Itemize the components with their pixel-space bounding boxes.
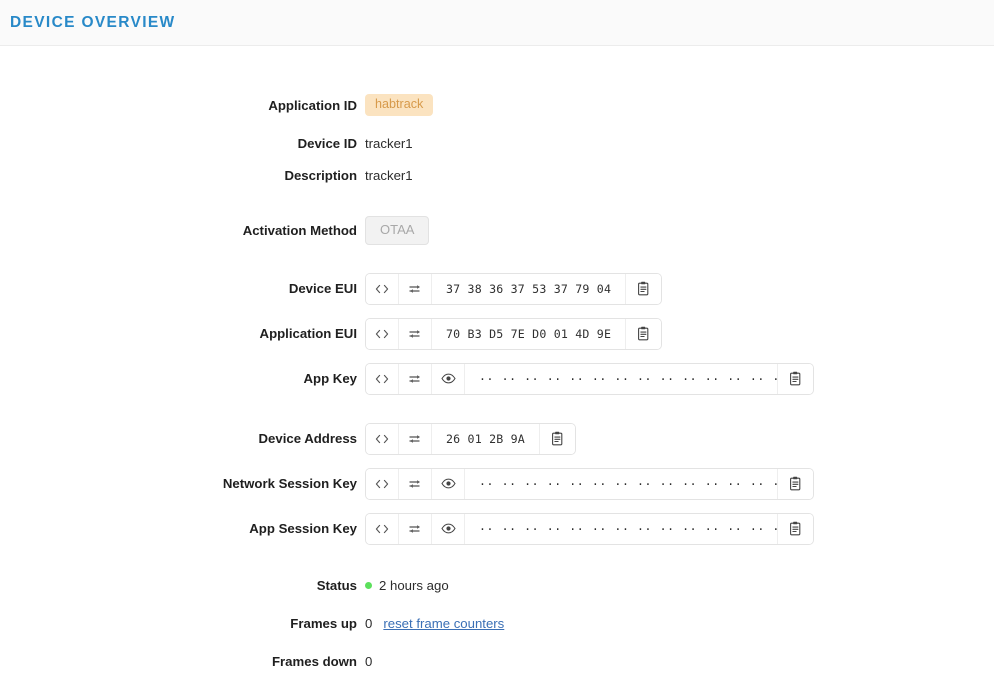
device-address-copy-button[interactable] (538, 423, 575, 454)
network-session-key-copy-button[interactable] (777, 468, 813, 499)
field-row-frames-down: Frames down 0 (0, 649, 994, 675)
app-session-key-copy-button[interactable] (777, 513, 813, 544)
app-key-masked-value: ·· ·· ·· ·· ·· ·· ·· ·· ·· ·· ·· ·· ·· ·… (479, 371, 814, 386)
code-brackets-icon (375, 328, 389, 340)
code-brackets-icon-button[interactable] (366, 423, 399, 454)
value-frames-up: 0 (365, 616, 373, 632)
application-id-badge[interactable]: habtrack (365, 94, 434, 116)
swap-format-icon (408, 283, 422, 295)
frames-up-group: 0 reset frame counters (365, 616, 504, 631)
app-session-key-masked-value: ·· ·· ·· ·· ·· ·· ·· ·· ·· ·· ·· ·· ·· ·… (479, 521, 814, 536)
clipboard-copy-icon (637, 326, 650, 341)
device-eui-copy-button[interactable] (625, 273, 662, 304)
field-row-app-key: App Key ·· ·· ·· ·· ·· ·· ·· ·· ·· ·· ··… (0, 362, 994, 395)
eye-reveal-icon (440, 478, 456, 489)
value-frames-down: 0 (365, 654, 373, 670)
application-eui-copy-button[interactable] (625, 318, 662, 349)
status-badge: 2 hours ago (365, 578, 449, 593)
field-row-application-eui: Application EUI 70 B3 D5 7E D0 01 4D 9E (0, 317, 994, 350)
label-description: Description (284, 167, 357, 183)
swap-format-icon (408, 433, 422, 445)
clipboard-copy-icon (637, 281, 650, 296)
app-key-copy-button[interactable] (777, 363, 813, 394)
swap-format-icon-button[interactable] (399, 513, 432, 544)
field-row-frames-up: Frames up 0 reset frame counters (0, 611, 994, 637)
code-brackets-icon (375, 373, 389, 385)
code-brackets-icon-button[interactable] (366, 363, 399, 394)
label-status: Status (316, 578, 357, 594)
activation-method-pill[interactable]: OTAA (365, 216, 430, 245)
swap-format-icon-button[interactable] (399, 318, 432, 349)
code-brackets-icon (375, 283, 389, 295)
field-row-device-address: Device Address 26 01 2B 9A (0, 422, 994, 455)
device-eui-value[interactable]: 37 38 36 37 53 37 79 04 (432, 274, 625, 304)
clipboard-copy-icon (789, 371, 802, 386)
swap-format-icon-button[interactable] (399, 363, 432, 394)
eye-reveal-icon-button[interactable] (432, 363, 465, 394)
swap-format-icon-button[interactable] (399, 468, 432, 499)
swap-format-icon (408, 523, 422, 535)
clipboard-copy-icon (789, 476, 802, 491)
device-eui-input-group: 37 38 36 37 53 37 79 04 (365, 272, 663, 305)
app-session-key-input-group: ·· ·· ·· ·· ·· ·· ·· ·· ·· ·· ·· ·· ·· ·… (365, 512, 814, 545)
label-app-session-key: App Session Key (249, 521, 357, 537)
label-frames-up: Frames up (290, 616, 357, 632)
field-row-status: Status 2 hours ago (0, 573, 994, 599)
eye-reveal-icon-button[interactable] (432, 513, 465, 544)
swap-format-icon (408, 478, 422, 490)
device-overview-form: Application ID habtrack Device ID tracke… (0, 46, 994, 675)
code-brackets-icon-button[interactable] (366, 513, 399, 544)
field-row-app-session-key: App Session Key ·· ·· ·· ·· ·· ·· ·· ·· … (0, 512, 994, 545)
label-application-eui: Application EUI (259, 326, 357, 342)
network-session-key-masked-value: ·· ·· ·· ·· ·· ·· ·· ·· ·· ·· ·· ·· ·· ·… (479, 476, 814, 491)
eye-reveal-icon-button[interactable] (432, 468, 465, 499)
value-description: tracker1 (365, 167, 413, 183)
code-brackets-icon (375, 523, 389, 535)
field-row-activation-method: Activation Method OTAA (0, 216, 994, 245)
status-last-seen: 2 hours ago (379, 578, 449, 594)
page-header: Device Overview (0, 0, 994, 46)
app-key-value[interactable]: ·· ·· ·· ·· ·· ·· ·· ·· ·· ·· ·· ·· ·· ·… (465, 364, 813, 394)
swap-format-icon-button[interactable] (399, 423, 432, 454)
label-frames-down: Frames down (271, 654, 357, 670)
app-session-key-value[interactable]: ·· ·· ·· ·· ·· ·· ·· ·· ·· ·· ·· ·· ·· ·… (465, 514, 813, 544)
label-device-id: Device ID (297, 135, 357, 151)
eye-reveal-icon (440, 373, 456, 384)
field-row-device-id: Device ID tracker1 (0, 130, 994, 156)
code-brackets-icon-button[interactable] (366, 273, 399, 304)
label-device-eui: Device EUI (288, 281, 357, 297)
application-eui-value[interactable]: 70 B3 D5 7E D0 01 4D 9E (432, 319, 625, 349)
clipboard-copy-icon (789, 521, 802, 536)
field-row-network-session-key: Network Session Key ·· ·· ·· ·· ·· ·· ··… (0, 467, 994, 500)
code-brackets-icon-button[interactable] (366, 468, 399, 499)
swap-format-icon-button[interactable] (399, 273, 432, 304)
clipboard-copy-icon (551, 431, 564, 446)
eye-reveal-icon (440, 523, 456, 534)
field-row-application-id: Application ID habtrack (0, 92, 994, 118)
label-application-id: Application ID (268, 97, 357, 113)
value-device-id: tracker1 (365, 135, 413, 151)
label-app-key: App Key (303, 371, 358, 387)
reset-frame-counters-link[interactable]: reset frame counters (383, 616, 504, 631)
code-brackets-icon (375, 433, 389, 445)
network-session-key-input-group: ·· ·· ·· ·· ·· ·· ·· ·· ·· ·· ·· ·· ·· ·… (365, 467, 814, 500)
code-brackets-icon-button[interactable] (366, 318, 399, 349)
status-dot-icon (365, 582, 372, 590)
network-session-key-value[interactable]: ·· ·· ·· ·· ·· ·· ·· ·· ·· ·· ·· ·· ·· ·… (465, 469, 813, 499)
swap-format-icon (408, 373, 422, 385)
label-network-session-key: Network Session Key (222, 476, 357, 492)
page-title: Device Overview (10, 13, 176, 31)
code-brackets-icon (375, 478, 389, 490)
device-address-value[interactable]: 26 01 2B 9A (432, 424, 539, 454)
device-address-input-group: 26 01 2B 9A (365, 422, 576, 455)
swap-format-icon (408, 328, 422, 340)
app-key-input-group: ·· ·· ·· ·· ·· ·· ·· ·· ·· ·· ·· ·· ·· ·… (365, 362, 814, 395)
field-row-description: Description tracker1 (0, 162, 994, 188)
label-activation-method: Activation Method (242, 222, 357, 238)
label-device-address: Device Address (258, 431, 357, 447)
application-eui-input-group: 70 B3 D5 7E D0 01 4D 9E (365, 317, 663, 350)
field-row-device-eui: Device EUI 37 38 36 37 53 37 79 04 (0, 272, 994, 305)
